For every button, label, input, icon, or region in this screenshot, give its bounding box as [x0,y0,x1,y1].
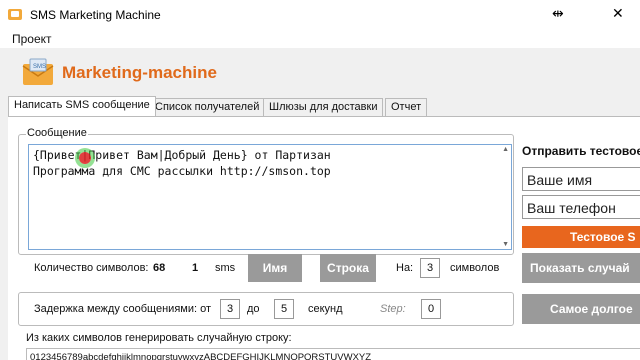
sms-count-value: 1 [192,262,199,274]
app-envelope-icon [8,9,22,20]
restore-icon[interactable]: ⇹ [552,5,564,22]
message-group-label: Сообщение [26,127,88,139]
scroll-down-icon[interactable]: ▼ [502,241,509,248]
on-label: На: [396,262,414,274]
send-test-title: Отправить тестовое [522,144,640,158]
name-input[interactable]: Ваше имя [522,167,640,191]
symbols-count-input[interactable]: 3 [420,258,440,278]
title-bar: SMS Marketing Machine ⇹ ✕ [0,0,640,30]
mouse-cursor-indicator [79,152,91,164]
send-test-button[interactable]: Тестовое S [522,226,640,248]
svg-text:SMS: SMS [33,64,46,70]
tab-write-sms[interactable]: Написать SMS сообщение [8,96,156,116]
step-input[interactable]: 0 [421,299,441,319]
message-textarea[interactable]: {Привет|Привет Вам|Добрый День} от Парти… [28,144,512,250]
show-random-button[interactable]: Показать случай [522,253,640,283]
sms-count-label: sms [215,262,236,274]
delay-to-input[interactable]: 5 [274,299,294,319]
random-chars-input[interactable]: 0123456789abcdefghijklmnopqrstuvwxyzABCD… [26,348,640,360]
insert-name-button[interactable]: Имя [248,254,302,282]
menu-bar: Проект [0,30,640,48]
delay-label: Задержка между сообщениями: от [34,303,212,315]
step-label: Step: [380,303,406,315]
char-count-label: Количество символов: [34,262,149,274]
phone-input[interactable]: Ваш телефон [522,195,640,219]
envelope-logo-icon: SMS [22,58,54,85]
longest-message-button[interactable]: Самое долгое [522,294,640,324]
brand-title: Marketing-machine [62,63,217,82]
delay-to-label: до [247,303,260,315]
random-chars-label: Из каких символов генерировать случайную… [26,332,292,344]
symbols-label: символов [450,262,500,274]
delay-unit-label: секунд [308,303,343,315]
delay-from-input[interactable]: 3 [220,299,240,319]
app-window: SMS Marketing Machine ⇹ ✕ Проект SMS Mar… [0,0,640,360]
menu-item-project[interactable]: Проект [12,32,52,46]
tab-recipients[interactable]: Список получателей [149,98,266,116]
window-title: SMS Marketing Machine [30,8,161,22]
scroll-up-icon[interactable]: ▲ [502,146,509,153]
message-line: {Привет|Привет Вам|Добрый День} от Парти… [33,148,331,162]
tab-report[interactable]: Отчет [385,98,428,116]
close-icon[interactable]: ✕ [612,5,624,22]
insert-string-button[interactable]: Строка [320,254,376,282]
tab-gateways[interactable]: Шлюзы для доставки [263,98,384,116]
message-line: Программа для СМС рассылки http://smson.… [33,164,331,178]
char-count-value: 68 [153,262,166,274]
